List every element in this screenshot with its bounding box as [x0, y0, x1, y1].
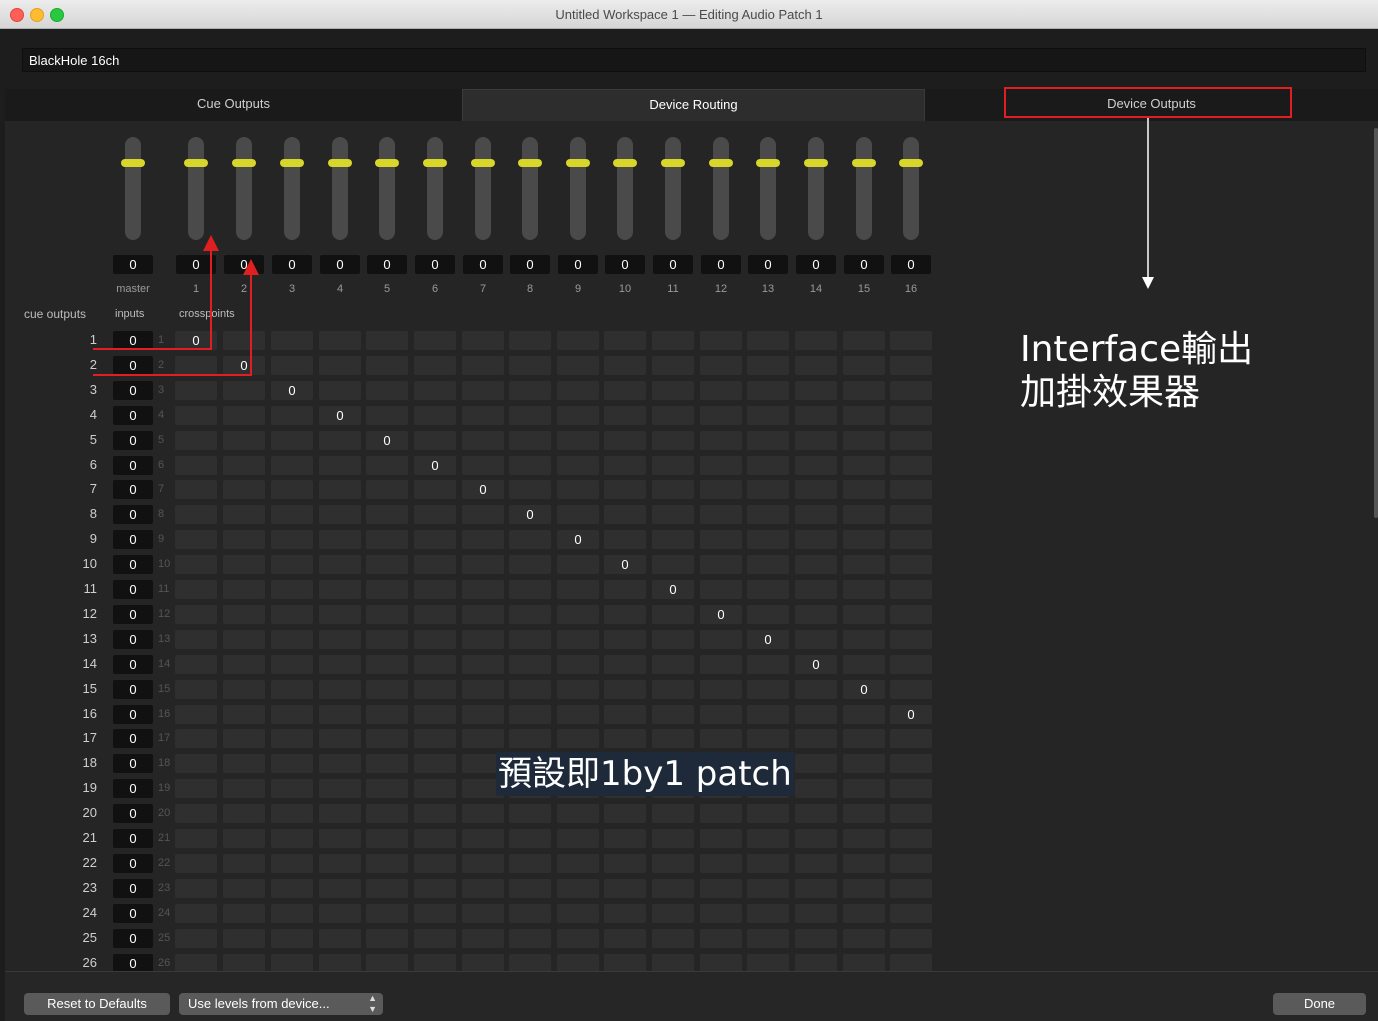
annotation-right-line1: Interface輸出	[1020, 329, 1254, 370]
route-2-arrow	[93, 259, 259, 376]
annotation-overlay	[93, 87, 1292, 376]
annotation-device-outputs-note: Interface輸出 加掛效果器	[1020, 328, 1253, 414]
levels-source-select[interactable]: Use levels from device... ▲ ▼	[179, 993, 383, 1015]
done-button[interactable]: Done	[1273, 993, 1366, 1015]
select-arrows-icon: ▲ ▼	[368, 993, 377, 1014]
reset-to-defaults-button[interactable]: Reset to Defaults	[24, 993, 170, 1015]
levels-source-label: Use levels from device...	[188, 996, 330, 1011]
route-1-arrow	[93, 235, 219, 350]
annotation-default-patch-note: 預設即1by1 patch	[496, 752, 794, 796]
annotation-right-line2: 加掛效果器	[1020, 372, 1201, 413]
device-outputs-highlight	[1004, 87, 1292, 118]
